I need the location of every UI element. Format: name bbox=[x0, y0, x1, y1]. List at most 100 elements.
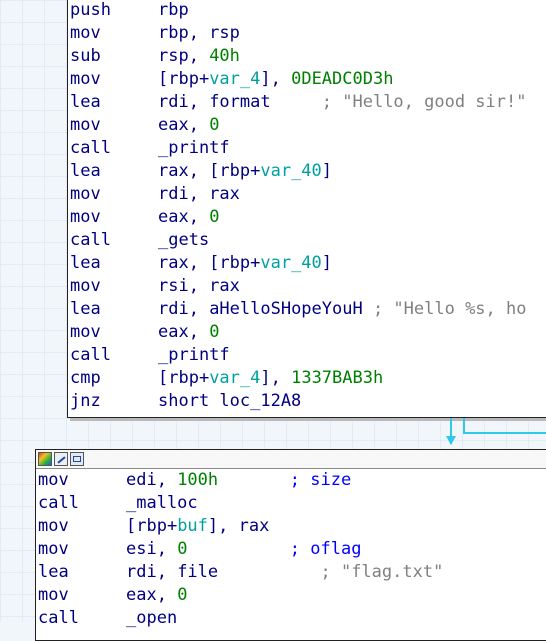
mnemonic: push bbox=[70, 0, 111, 20]
operand-fn[interactable]: _printf bbox=[158, 345, 230, 365]
operand-num: 0 bbox=[177, 585, 188, 605]
operand-op: ], bbox=[260, 368, 292, 388]
instruction-list: mov edi, 100h ; size call _malloc mov [rbp+bu… bbox=[36, 469, 546, 630]
operand-op: ] bbox=[321, 161, 333, 181]
instruction-line[interactable]: mov rbp, rsp bbox=[70, 22, 546, 45]
colors-icon[interactable] bbox=[38, 452, 52, 466]
instruction-line[interactable]: push rbp bbox=[70, 0, 546, 22]
instruction-line[interactable]: call _malloc bbox=[38, 492, 546, 515]
operand-var[interactable]: buf bbox=[177, 516, 208, 536]
mnemonic: call bbox=[38, 493, 79, 513]
mnemonic: lea bbox=[70, 253, 101, 273]
graph-icon[interactable] bbox=[70, 452, 84, 466]
operand-op: ] bbox=[321, 253, 333, 273]
operand-fn[interactable]: aHelloSHopeYouH bbox=[209, 299, 363, 319]
operand-op: ], rax bbox=[207, 516, 270, 536]
operand-op: eax, bbox=[158, 207, 210, 227]
flow-edge-arrow-icon bbox=[446, 436, 456, 445]
operand-op: rbp, rsp bbox=[158, 23, 240, 43]
instruction-line[interactable]: cmp [rbp+var_4], 1337BAB3h bbox=[70, 367, 546, 390]
operand-op: rax, [rbp+ bbox=[158, 253, 261, 273]
operand-var[interactable]: var_4 bbox=[209, 368, 260, 388]
operand-op: esi, bbox=[126, 539, 178, 559]
operand-cmt-blue: ; oflag bbox=[187, 539, 362, 559]
operand-var[interactable]: var_40 bbox=[260, 253, 321, 273]
operand-op: eax, bbox=[158, 115, 210, 135]
operand-op: short loc_12A8 bbox=[158, 391, 302, 411]
operand-op: rax, [rbp+ bbox=[158, 161, 261, 181]
mnemonic: cmp bbox=[70, 368, 101, 388]
instruction-line[interactable]: mov edi, 100h ; size bbox=[38, 469, 546, 492]
instruction-list: push rbp mov rbp, rsp sub rsp, 40h mov [rbp+var… bbox=[68, 0, 546, 413]
mnemonic: lea bbox=[70, 299, 101, 319]
operand-cmt-blue: ; size bbox=[218, 470, 352, 490]
instruction-line[interactable]: call _printf bbox=[70, 137, 546, 160]
instruction-line[interactable]: jnz short loc_12A8 bbox=[70, 390, 546, 413]
mnemonic: lea bbox=[70, 161, 101, 181]
mnemonic: sub bbox=[70, 46, 101, 66]
code-block-main[interactable]: push rbp mov rbp, rsp sub rsp, 40h mov [rbp+var… bbox=[67, 0, 546, 418]
operand-fn[interactable]: format bbox=[209, 92, 270, 112]
mnemonic: call bbox=[70, 138, 111, 158]
instruction-line[interactable]: mov eax, 0 bbox=[38, 584, 546, 607]
mnemonic: mov bbox=[70, 115, 101, 135]
operand-num: 1337BAB3h bbox=[291, 368, 384, 388]
mnemonic: mov bbox=[70, 184, 101, 204]
operand-fn[interactable]: _open bbox=[126, 608, 177, 628]
mnemonic: mov bbox=[70, 322, 101, 342]
operand-op: rbp bbox=[158, 0, 189, 20]
mnemonic: lea bbox=[70, 92, 101, 112]
operand-cmt: ; "flag.txt" bbox=[218, 562, 444, 582]
operand-op: rdi, bbox=[126, 562, 178, 582]
operand-op: [rbp+ bbox=[126, 516, 178, 536]
edit-icon[interactable] bbox=[54, 452, 68, 466]
mnemonic: mov bbox=[70, 276, 101, 296]
operand-var[interactable]: var_40 bbox=[260, 161, 321, 181]
instruction-line[interactable]: sub rsp, 40h bbox=[70, 45, 546, 68]
operand-cmt: ; "Hello, good sir!" bbox=[270, 92, 527, 112]
operand-op: [rbp+ bbox=[158, 69, 210, 89]
instruction-line[interactable]: call _gets bbox=[70, 229, 546, 252]
operand-num: 0DEADC0D3h bbox=[291, 69, 394, 89]
instruction-line[interactable]: mov esi, 0 ; oflag bbox=[38, 538, 546, 561]
operand-cmt: ; "Hello %s, ho bbox=[362, 299, 527, 319]
operand-op: rsi, rax bbox=[158, 276, 240, 296]
mnemonic: mov bbox=[38, 539, 69, 559]
mnemonic: mov bbox=[38, 470, 69, 490]
instruction-line[interactable]: lea rax, [rbp+var_40] bbox=[70, 160, 546, 183]
operand-fn[interactable]: _malloc bbox=[126, 493, 198, 513]
operand-op: eax, bbox=[158, 322, 210, 342]
operand-num: 0 bbox=[177, 539, 188, 559]
instruction-line[interactable]: mov eax, 0 bbox=[70, 321, 546, 344]
instruction-line[interactable]: mov eax, 0 bbox=[70, 206, 546, 229]
instruction-line[interactable]: lea rdi, aHelloSHopeYouH ; "Hello %s, ho bbox=[70, 298, 546, 321]
operand-op: rdi, bbox=[158, 92, 210, 112]
mnemonic: mov bbox=[38, 585, 69, 605]
instruction-line[interactable]: mov [rbp+buf], rax bbox=[38, 515, 546, 538]
operand-fn[interactable]: file bbox=[177, 562, 218, 582]
instruction-line[interactable]: mov [rbp+var_4], 0DEADC0D3h bbox=[70, 68, 546, 91]
operand-op: ], bbox=[260, 69, 292, 89]
mnemonic: call bbox=[38, 608, 79, 628]
operand-fn[interactable]: _printf bbox=[158, 138, 230, 158]
operand-op: eax, bbox=[126, 585, 178, 605]
mnemonic: call bbox=[70, 230, 111, 250]
instruction-line[interactable]: lea rdi, file ; "flag.txt" bbox=[38, 561, 546, 584]
code-block-branch[interactable]: mov edi, 100h ; size call _malloc mov [rbp+bu… bbox=[35, 449, 546, 641]
operand-num: 100h bbox=[177, 470, 219, 490]
operand-num: 0 bbox=[209, 115, 220, 135]
instruction-line[interactable]: lea rdi, format ; "Hello, good sir!" bbox=[70, 91, 546, 114]
instruction-line[interactable]: mov eax, 0 bbox=[70, 114, 546, 137]
instruction-line[interactable]: call _open bbox=[38, 607, 546, 630]
instruction-line[interactable]: mov rdi, rax bbox=[70, 183, 546, 206]
mnemonic: call bbox=[70, 345, 111, 365]
instruction-line[interactable]: mov rsi, rax bbox=[70, 275, 546, 298]
mnemonic: mov bbox=[70, 69, 101, 89]
operand-fn[interactable]: _gets bbox=[158, 230, 209, 250]
operand-num: 40h bbox=[209, 46, 240, 66]
instruction-line[interactable]: call _printf bbox=[70, 344, 546, 367]
operand-num: 0 bbox=[209, 207, 220, 227]
operand-var[interactable]: var_4 bbox=[209, 69, 260, 89]
instruction-line[interactable]: lea rax, [rbp+var_40] bbox=[70, 252, 546, 275]
operand-op: rdi, rax bbox=[158, 184, 240, 204]
